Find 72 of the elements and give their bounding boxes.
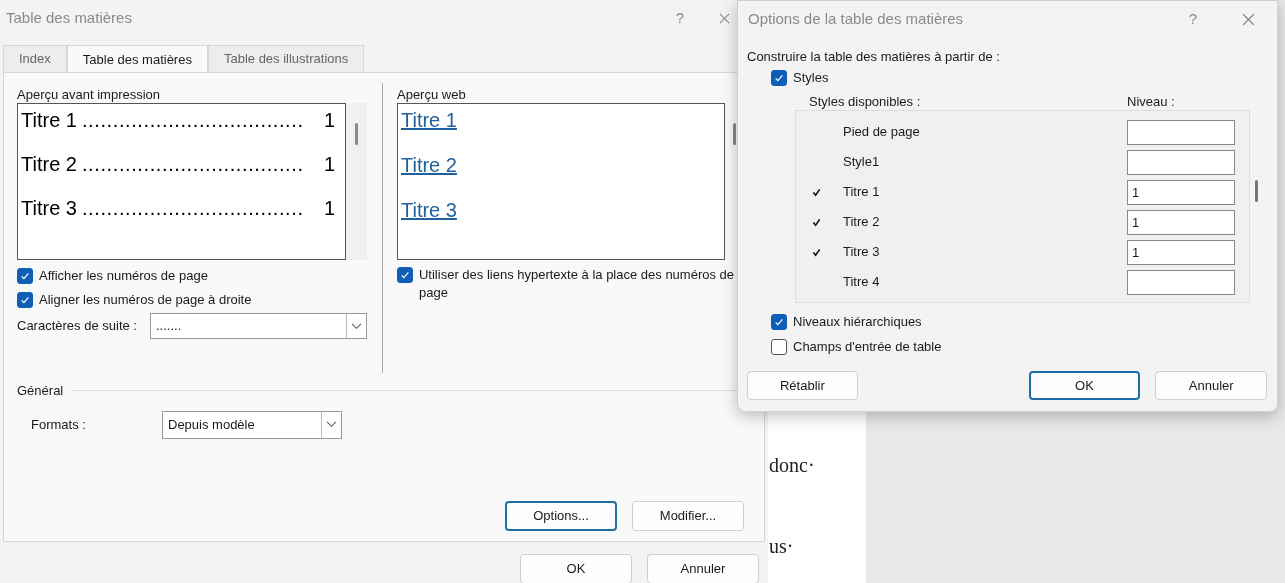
- page-number: 1: [323, 108, 336, 133]
- check-icon: [19, 270, 31, 282]
- page-number: 1: [323, 152, 336, 177]
- button[interactable]: OK: [1028, 371, 1141, 400]
- level-field[interactable]: 1: [1127, 209, 1235, 235]
- checkbox[interactable]: [771, 339, 787, 355]
- tab[interactable]: Index: [3, 45, 67, 72]
- field-label: Caractères de suite :: [17, 317, 138, 336]
- group-label: Général: [17, 382, 65, 400]
- checkbox-label: Niveaux hiérarchiques: [793, 313, 922, 331]
- column-header: Niveau :: [1127, 93, 1175, 110]
- page-number: 1: [323, 196, 336, 221]
- document-text: us·: [769, 534, 794, 559]
- chevron-down-icon: [326, 421, 337, 428]
- preview-link[interactable]: Titre 2: [401, 151, 457, 179]
- style-name: Titre 2: [843, 213, 881, 232]
- dropdown[interactable]: .......: [150, 313, 367, 339]
- checkbox-label: Styles: [793, 69, 829, 87]
- check-icon: [19, 294, 31, 306]
- style-name: Titre 3: [843, 243, 881, 262]
- window-title: Table des matières: [6, 7, 132, 28]
- button[interactable]: Modifier...: [632, 501, 744, 531]
- field-label: Aperçu avant impression: [17, 86, 162, 103]
- checkbox[interactable]: [17, 268, 33, 284]
- button[interactable]: Rétablir: [747, 371, 858, 400]
- scrollbar-thumb[interactable]: [733, 123, 736, 145]
- button[interactable]: OK: [520, 554, 632, 583]
- button[interactable]: Annuler: [647, 554, 759, 583]
- checkbox-label: Afficher les numéros de page: [39, 267, 208, 285]
- field-label: Aperçu web: [397, 86, 467, 103]
- check-icon: [773, 72, 785, 84]
- level-field[interactable]: 1: [1127, 239, 1235, 265]
- preview-entry-title: Titre 2: [21, 152, 77, 177]
- preview-link[interactable]: Titre 3: [401, 196, 457, 224]
- checkbox[interactable]: [17, 292, 33, 308]
- checkbox[interactable]: [771, 70, 787, 86]
- checkbox-label: Utiliser des liens hypertexte à la place des numéros de page: [419, 266, 736, 302]
- checkbox[interactable]: [397, 267, 413, 283]
- level-field[interactable]: [1127, 269, 1235, 295]
- column-header: Styles disponibles :: [809, 93, 922, 110]
- preview-entry-title: Titre 3: [21, 196, 77, 221]
- tab[interactable]: Table des matières: [66, 45, 208, 73]
- tab[interactable]: Table des illustrations: [207, 45, 365, 72]
- checkbox-label: Champs d'entrée de table: [793, 338, 942, 356]
- style-name: Titre 1: [843, 183, 881, 202]
- checkbox[interactable]: [771, 314, 787, 330]
- level-field[interactable]: [1127, 149, 1235, 175]
- document-text: donc·: [769, 453, 815, 478]
- leader-dots: ....................................: [80, 108, 304, 133]
- preview-link[interactable]: Titre 1: [401, 106, 457, 134]
- section-heading: Construire la table des matières à partir de :: [747, 48, 1001, 65]
- check-icon: [399, 269, 411, 281]
- checkbox-label: Aligner les numéros de page à droite: [39, 291, 252, 309]
- dropdown[interactable]: Depuis modèle: [162, 410, 342, 439]
- close-icon[interactable]: [719, 12, 730, 24]
- leader-dots: ....................................: [80, 152, 304, 177]
- scrollbar-thumb[interactable]: [355, 123, 358, 145]
- scrollbar-thumb[interactable]: [1255, 180, 1258, 202]
- field-label: Formats :: [31, 415, 87, 434]
- preview-entry-title: Titre 1: [21, 108, 77, 133]
- check-icon: [773, 316, 785, 328]
- style-name: Pied de page: [843, 123, 921, 142]
- button[interactable]: Options...: [505, 501, 617, 531]
- window-title: Options de la table des matières: [748, 8, 964, 29]
- button[interactable]: Annuler: [1155, 371, 1267, 400]
- level-field[interactable]: [1127, 119, 1235, 145]
- leader-dots: ....................................: [80, 196, 304, 221]
- close-icon[interactable]: [1242, 12, 1255, 26]
- level-field[interactable]: 1: [1127, 179, 1235, 205]
- style-name: Titre 4: [843, 273, 881, 292]
- style-name: Style1: [843, 153, 881, 172]
- chevron-down-icon: [351, 322, 362, 330]
